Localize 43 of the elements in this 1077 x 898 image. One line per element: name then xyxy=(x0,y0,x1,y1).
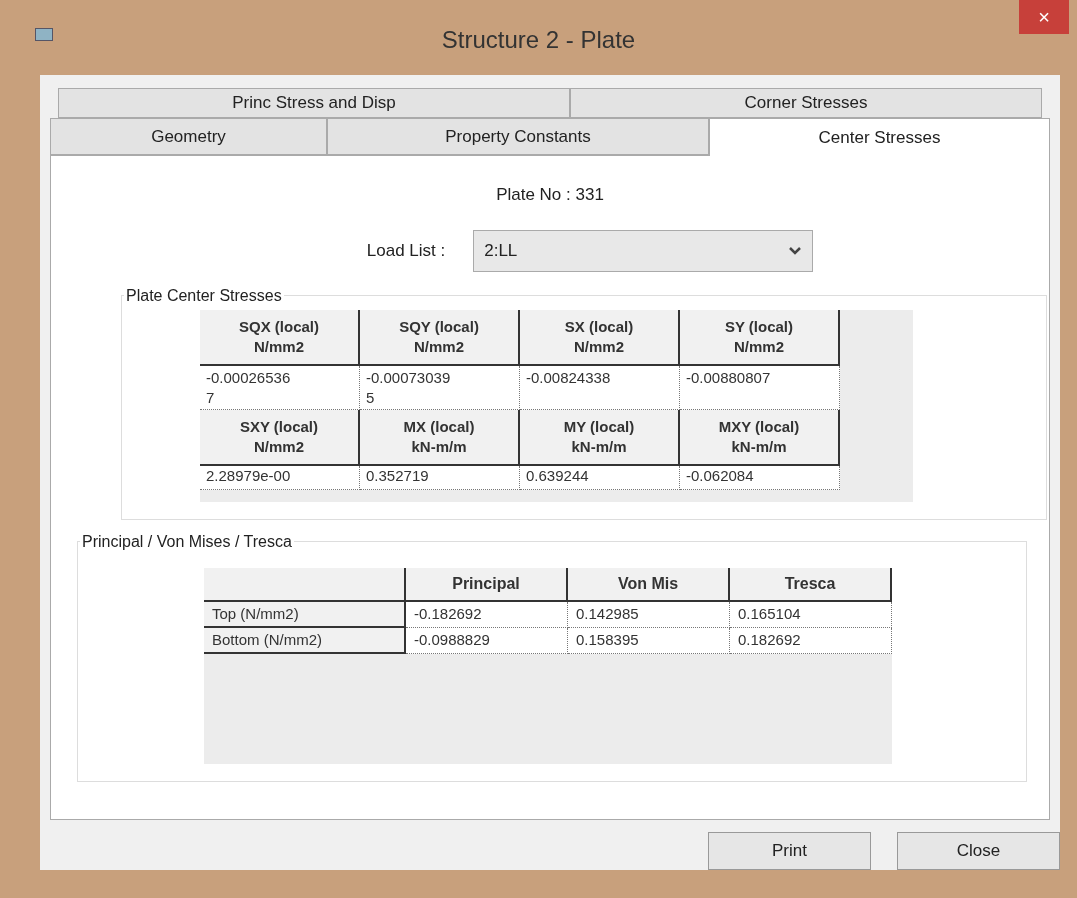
column-header: MY (local) kN-m/m xyxy=(520,409,680,466)
table-cell: -0.00880807 xyxy=(680,365,840,410)
column-header: SXY (local) N/mm2 xyxy=(200,409,360,466)
row-header: Bottom (N/mm2) xyxy=(204,627,406,654)
column-header: SY (local) N/mm2 xyxy=(680,309,840,366)
table-cell: -0.0988829 xyxy=(406,627,568,654)
plate-number: Plate No : 331 xyxy=(496,184,604,206)
table-cell: 0.352719 xyxy=(360,465,520,490)
table-cell: 0.142985 xyxy=(568,601,730,628)
column-header: Principal xyxy=(406,567,568,602)
group-title: Principal / Von Mises / Tresca xyxy=(81,531,293,552)
window-title: Structure 2 - Plate xyxy=(441,25,636,55)
table-cell: -0.00026536 7 xyxy=(200,365,360,410)
column-header: SQY (local) N/mm2 xyxy=(360,309,520,366)
table-cell: 0.182692 xyxy=(730,627,892,654)
column-header: SQX (local) N/mm2 xyxy=(200,309,360,366)
table-cell: -0.00824338 xyxy=(520,365,680,410)
tab[interactable]: Princ Stress and Disp xyxy=(58,88,570,118)
table-cell: 2.28979e-00 xyxy=(200,465,360,490)
dialog-button[interactable]: Close xyxy=(897,832,1060,870)
column-header: MXY (local) kN-m/m xyxy=(680,409,840,466)
load-list-dropdown[interactable]: 2:LL xyxy=(473,229,814,272)
tab[interactable]: Corner Stresses xyxy=(570,88,1042,118)
close-button[interactable]: × xyxy=(1019,0,1069,34)
table-cell: -0.00073039 5 xyxy=(360,365,520,410)
table-cell: 0.165104 xyxy=(730,601,892,628)
table-cell: 0.639244 xyxy=(520,465,680,490)
group-title: Plate Center Stresses xyxy=(125,285,283,306)
chevron-icon xyxy=(788,245,803,256)
dialog-button[interactable]: Print xyxy=(708,832,871,870)
load-list-label: Load List : xyxy=(366,239,446,262)
tab[interactable]: Property Constants xyxy=(327,118,709,155)
table-cell: -0.182692 xyxy=(406,601,568,628)
column-header: Tresca xyxy=(730,567,892,602)
column-header: Von Mis xyxy=(568,567,730,602)
column-header: SX (local) N/mm2 xyxy=(520,309,680,366)
window-icon xyxy=(35,28,53,41)
tab[interactable]: Geometry xyxy=(50,118,327,155)
tab[interactable]: Center Stresses xyxy=(709,118,1050,156)
column-header: MX (local) kN-m/m xyxy=(360,409,520,466)
table-cell: -0.062084 xyxy=(680,465,840,490)
table-cell: 0.158395 xyxy=(568,627,730,654)
row-header: Top (N/mm2) xyxy=(204,601,406,628)
